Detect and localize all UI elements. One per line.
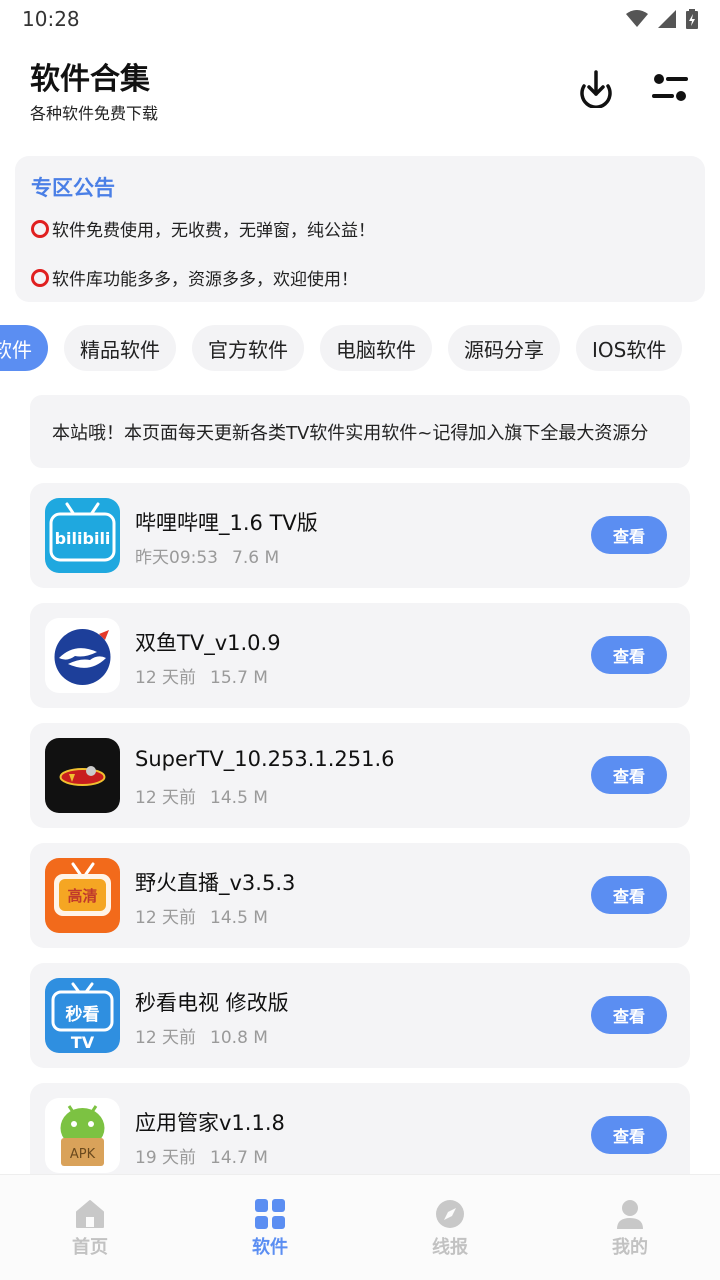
- app-name: 秒看电视 修改版: [135, 991, 289, 1015]
- svg-text:高清: 高清: [67, 887, 97, 905]
- software-list[interactable]: 本站哦！本页面每天更新各类TV软件实用软件~记得加入旗下全最大资源分 bilib…: [0, 388, 720, 1174]
- view-button[interactable]: 查看: [591, 756, 667, 794]
- app-name: SuperTV_10.253.1.251.6: [135, 747, 395, 771]
- app-meta: 12 天前 14.5 M: [135, 783, 268, 808]
- app-card[interactable]: 高清 野火直播_v3.5.3 12 天前 14.5 M 查看: [30, 843, 690, 948]
- tab-tv-software[interactable]: 视软件: [0, 325, 48, 371]
- user-icon: [617, 1200, 643, 1229]
- yehuo-live-app-icon: 高清: [45, 858, 120, 933]
- miaokan-tv-app-icon: 秒看 TV: [45, 978, 120, 1053]
- app-card[interactable]: SuperTV_10.253.1.251.6 12 天前 14.5 M 查看: [30, 723, 690, 828]
- tab-official-software[interactable]: 官方软件: [192, 325, 304, 371]
- app-card[interactable]: APK 应用管家v1.1.8 19 天前 14.7 M 查看: [30, 1083, 690, 1174]
- status-bar: 10:28: [0, 0, 720, 38]
- app-size: 10.8 M: [210, 1028, 268, 1048]
- page-header: 软件合集 各种软件免费下载: [30, 62, 690, 132]
- app-meta: 19 天前 14.7 M: [135, 1143, 268, 1168]
- bottom-nav: 首页 软件 线报 我的: [0, 1174, 720, 1280]
- marquee-text: 本站哦！本页面每天更新各类TV软件实用软件~记得加入旗下全最大资源分: [52, 423, 649, 444]
- download-button[interactable]: [576, 68, 616, 108]
- app-name: 应用管家v1.1.8: [135, 1111, 285, 1135]
- app-date: 19 天前: [135, 1148, 197, 1168]
- filter-button[interactable]: [650, 68, 690, 108]
- nav-software[interactable]: 软件: [180, 1175, 360, 1280]
- app-size: 7.6 M: [232, 548, 280, 568]
- svg-text:TV: TV: [71, 1033, 95, 1052]
- view-button[interactable]: 查看: [591, 876, 667, 914]
- shuangyu-tv-app-icon: [45, 618, 120, 693]
- red-circle-icon: [31, 219, 49, 238]
- view-button[interactable]: 查看: [591, 516, 667, 554]
- app-meta: 12 天前 15.7 M: [135, 663, 268, 688]
- nav-label: 我的: [612, 1237, 648, 1258]
- supertv-app-icon: [45, 738, 120, 813]
- marquee-notice: 本站哦！本页面每天更新各类TV软件实用软件~记得加入旗下全最大资源分: [30, 395, 690, 468]
- nav-label: 线报: [432, 1237, 468, 1258]
- app-card[interactable]: 双鱼TV_v1.0.9 12 天前 15.7 M 查看: [30, 603, 690, 708]
- app-name: 双鱼TV_v1.0.9: [135, 631, 281, 655]
- app-manager-icon: APK: [45, 1098, 120, 1173]
- app-date: 12 天前: [135, 788, 197, 808]
- status-time: 10:28: [22, 7, 80, 31]
- tab-premium-software[interactable]: 精品软件: [64, 325, 176, 371]
- app-size: 15.7 M: [210, 668, 268, 688]
- svg-text:秒看: 秒看: [66, 1004, 100, 1025]
- header-actions: [576, 68, 690, 108]
- app-size: 14.5 M: [210, 908, 268, 928]
- svg-text:bilibili: bilibili: [55, 529, 111, 548]
- battery-icon: [686, 9, 698, 29]
- app-date: 12 天前: [135, 908, 197, 928]
- compass-icon: [436, 1200, 464, 1228]
- app-size: 14.7 M: [210, 1148, 268, 1168]
- tab-source-code[interactable]: 源码分享: [448, 325, 560, 371]
- app-date: 12 天前: [135, 668, 197, 688]
- svg-text:APK: APK: [70, 1147, 96, 1162]
- app-card[interactable]: 秒看 TV 秒看电视 修改版 12 天前 10.8 M 查看: [30, 963, 690, 1068]
- view-button[interactable]: 查看: [591, 636, 667, 674]
- app-date: 昨天09:53: [135, 548, 218, 568]
- nav-profile[interactable]: 我的: [540, 1175, 720, 1280]
- app-name: 野火直播_v3.5.3: [135, 871, 296, 895]
- app-meta: 12 天前 14.5 M: [135, 903, 268, 928]
- announcement-text: 软件库功能多多，资源多多，欢迎使用！: [52, 270, 358, 290]
- toggle-settings-icon: [652, 74, 688, 101]
- nav-home[interactable]: 首页: [0, 1175, 180, 1280]
- app-name: 哔哩哔哩_1.6 TV版: [135, 511, 318, 535]
- tab-pc-software[interactable]: 电脑软件: [320, 325, 432, 371]
- signal-icon: [658, 10, 676, 28]
- app-card[interactable]: bilibili 哔哩哔哩_1.6 TV版 昨天09:53 7.6 M 查看: [30, 483, 690, 588]
- wifi-icon: [626, 10, 648, 27]
- nav-label: 软件: [252, 1237, 288, 1258]
- category-tabs: 视软件 精品软件 官方软件 电脑软件 源码分享 IOS软件: [0, 325, 720, 373]
- app-date: 12 天前: [135, 1028, 197, 1048]
- view-button[interactable]: 查看: [591, 996, 667, 1034]
- announcement-title: 专区公告: [31, 176, 115, 200]
- announcement-line: 软件免费使用，无收费，无弹窗，纯公益！: [31, 216, 689, 241]
- tab-ios-software[interactable]: IOS软件: [576, 325, 683, 371]
- announcement-panel: 专区公告 软件免费使用，无收费，无弹窗，纯公益！ 软件库功能多多，资源多多，欢迎…: [15, 156, 705, 302]
- status-icons: [626, 9, 698, 29]
- nav-news[interactable]: 线报: [360, 1175, 540, 1280]
- red-circle-icon: [31, 268, 49, 287]
- bilibili-app-icon: bilibili: [45, 498, 120, 573]
- app-size: 14.5 M: [210, 788, 268, 808]
- view-button[interactable]: 查看: [591, 1116, 667, 1154]
- download-icon: [580, 70, 612, 108]
- category-tabs-track: 视软件 精品软件 官方软件 电脑软件 源码分享 IOS软件: [0, 325, 683, 371]
- announcement-line: 软件库功能多多，资源多多，欢迎使用！: [31, 265, 689, 290]
- announcement-text: 软件免费使用，无收费，无弹窗，纯公益！: [52, 221, 375, 241]
- app-meta: 12 天前 10.8 M: [135, 1023, 268, 1048]
- home-icon: [76, 1200, 104, 1228]
- app-meta: 昨天09:53 7.6 M: [135, 543, 279, 568]
- grid-icon: [255, 1199, 285, 1229]
- nav-label: 首页: [72, 1237, 108, 1258]
